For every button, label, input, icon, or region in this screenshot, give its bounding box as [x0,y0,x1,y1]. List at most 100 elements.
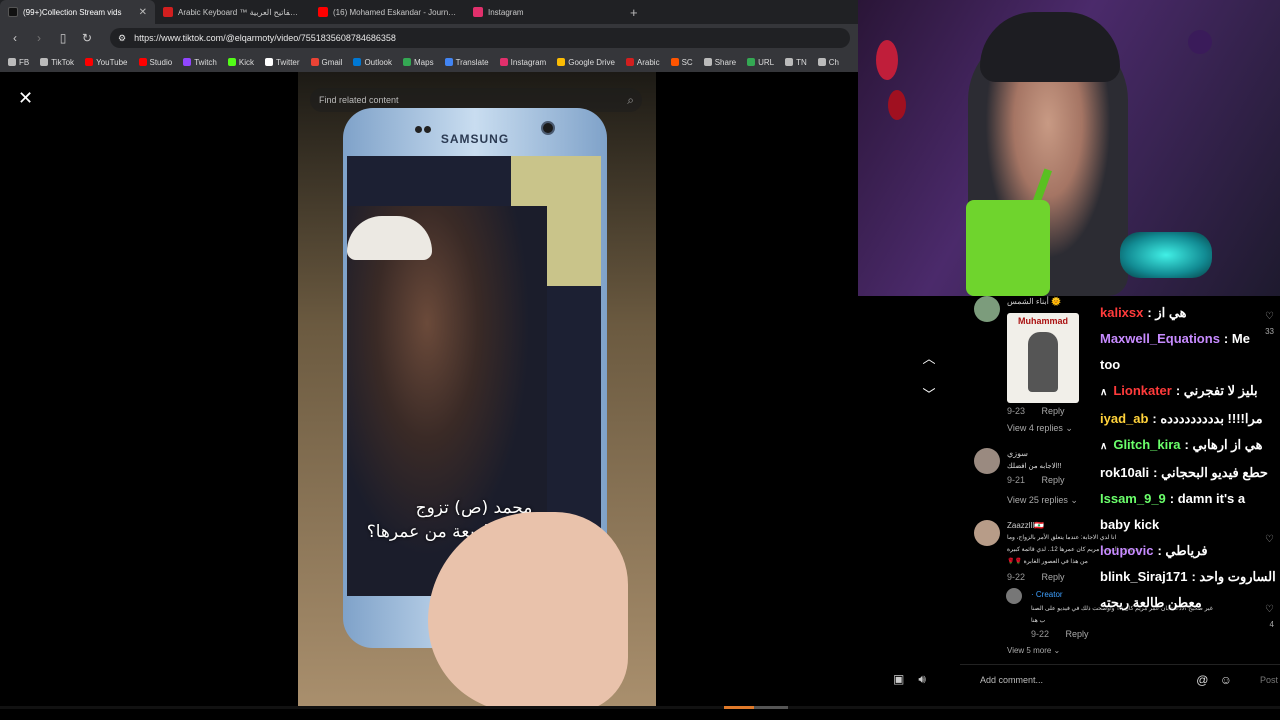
chat-message: Maxwell_Equations: Me [1100,326,1280,352]
add-comment-field[interactable]: Add comment... @ ☺ Post [960,664,1280,694]
avatar[interactable] [974,520,1000,546]
bookmark-google-drive[interactable]: Google Drive [557,58,615,67]
video-player[interactable]: Find related content ⌕ SAMSUNG محمد (ص) … [298,72,656,706]
bookmark-icon [499,58,508,66]
comment-meta: 9-22 Reply [1007,572,1065,582]
chat-prefix: ∧ [1100,441,1108,452]
close-icon[interactable]: ✕ [18,88,33,109]
emoji-icon[interactable]: ☺ [1220,673,1232,687]
view-replies-button[interactable]: View 4 replies ⌄ [1007,423,1073,434]
tiktok-page: ✕ Find related content ⌕ SAMSUNG محمد (ص… [0,72,858,720]
bookmark-icon [264,58,273,66]
instagram-icon [473,7,483,17]
bookmark-icon [557,58,566,66]
bookmark-label: Arabic [636,57,660,67]
bookmark-label: Twitch [194,57,217,67]
volume-icon[interactable]: 🔊︎ [918,672,926,687]
chat-message: ∧ Glitch_kira: هي از ارهابي [1100,432,1280,460]
chat-username: blink_Siraj171 [1100,569,1188,584]
close-tab-icon[interactable]: ✕ [139,7,147,18]
player-controls: ▣ 🔊︎ [893,672,926,687]
creator-badge: · Creator [1031,590,1063,599]
tab-arabic-keyboard[interactable]: Arabic Keyboard ™ لوحة المفاتيح العربية [155,0,310,24]
search-icon[interactable]: ⌕ [627,93,634,108]
tab-instagram[interactable]: Instagram [465,0,620,24]
avatar[interactable] [1006,588,1022,604]
comment-username[interactable]: Zaazzlll🇱🇧 [1007,521,1044,530]
bookmark-ch[interactable]: Ch [817,58,839,67]
address-bar-row: ‹ › ▯ ↻ ⚙ https://www.tiktok.com/@elqarm… [0,24,858,52]
bookmark-icon [40,58,49,66]
view-more-button[interactable]: View 5 more ⌄ [1007,646,1060,655]
tab-title: Arabic Keyboard ™ لوحة المفاتيح العربية [178,7,302,17]
reload-icon[interactable]: ↻ [80,31,94,45]
video-progress-bar[interactable] [0,706,1280,709]
bookmark-icon [403,58,412,66]
bookmark-outlook[interactable]: Outlook [353,58,392,67]
chat-username: Issam_9_9 [1100,491,1166,506]
bookmark-icon[interactable]: ▯ [56,31,70,45]
chat-username: rok10ali [1100,465,1150,480]
bookmark-twitter[interactable]: Twitter [264,58,300,67]
next-video-icon[interactable]: ﹀ [920,384,938,402]
bookmark-studio[interactable]: Studio [138,58,172,67]
bookmark-share[interactable]: Share [703,57,737,67]
bookmark-tiktok[interactable]: TikTok [40,58,74,67]
bookmark-label: TN [796,57,807,67]
back-icon[interactable]: ‹ [8,31,22,45]
bookmark-instagram[interactable]: Instagram [499,58,546,67]
bookmark-sc[interactable]: SC [670,57,693,67]
progress-fill [724,706,754,709]
bookmark-icon [785,58,794,66]
chat-username: iyad_ab [1100,411,1149,426]
bookmark-maps[interactable]: Maps [403,58,434,67]
bookmark-kick[interactable]: Kick [227,58,254,67]
bookmark-fb[interactable]: FB [8,58,29,67]
bookmark-icon [703,58,712,66]
url-field[interactable]: ⚙ https://www.tiktok.com/@elqarmoty/vide… [110,28,850,48]
view-replies-button[interactable]: View 25 replies ⌄ [1007,495,1078,506]
reply-button[interactable]: Reply [1042,572,1065,582]
forward-icon[interactable]: › [32,31,46,45]
bookmark-twitch[interactable]: Twitch [183,58,217,67]
comment-username[interactable]: سوزي [1007,449,1028,458]
chat-message: Issam_9_9: damn it's a [1100,486,1280,512]
new-tab-button[interactable]: + [620,5,648,20]
bookmark-url[interactable]: URL [747,58,774,67]
reply-button[interactable]: Reply [1042,406,1065,416]
bookmark-icon [817,58,826,66]
bookmark-arabic[interactable]: Arabic [625,57,660,67]
avatar[interactable] [974,448,1000,474]
bookmark-label: FB [19,57,30,67]
post-button[interactable]: Post [1260,675,1278,685]
green-cup [966,200,1050,296]
chat-username: Maxwell_Equations [1100,331,1220,346]
reply-button[interactable]: Reply [1042,475,1065,485]
chat-text: : الساروت واحد [1191,569,1276,584]
site-info-icon[interactable]: ⚙ [118,33,126,44]
bookmark-label: Share [714,57,737,67]
captions-icon[interactable]: ▣ [893,672,904,687]
comment-username[interactable]: أبناء الشمس 🌞 [1007,297,1061,306]
avatar[interactable] [974,296,1000,322]
tab-collection-stream[interactable]: (99+)Collection Stream vids ✕ [0,0,155,24]
reply-button[interactable]: Reply [1066,629,1089,639]
bookmark-translate[interactable]: Translate [444,58,489,67]
bookmark-tn[interactable]: TN [785,58,807,67]
mention-icon[interactable]: @ [1196,673,1208,687]
bookmark-youtube[interactable]: YouTube [85,58,128,67]
bookmark-icon [670,58,679,66]
bookmark-icon [747,58,756,66]
bookmark-label: TikTok [51,57,75,67]
previous-video-icon[interactable]: ︿ [920,348,938,366]
background-light [888,90,906,120]
bookmark-label: SC [681,57,693,67]
chat-text: too [1100,357,1121,372]
bookmark-gmail[interactable]: Gmail [310,58,342,67]
tab-title: (16) Mohamed Eskandar - Journhou [333,7,457,17]
webcam-overlay [858,0,1280,296]
tab-youtube[interactable]: (16) Mohamed Eskandar - Journhou [310,0,465,24]
comment-text-line: 🌹🌹 من هذا في العصور الغابرة [1007,559,1088,565]
comment-text-line: ب هنا [1031,618,1046,624]
chat-message: kalixsx: هي از [1100,300,1280,326]
